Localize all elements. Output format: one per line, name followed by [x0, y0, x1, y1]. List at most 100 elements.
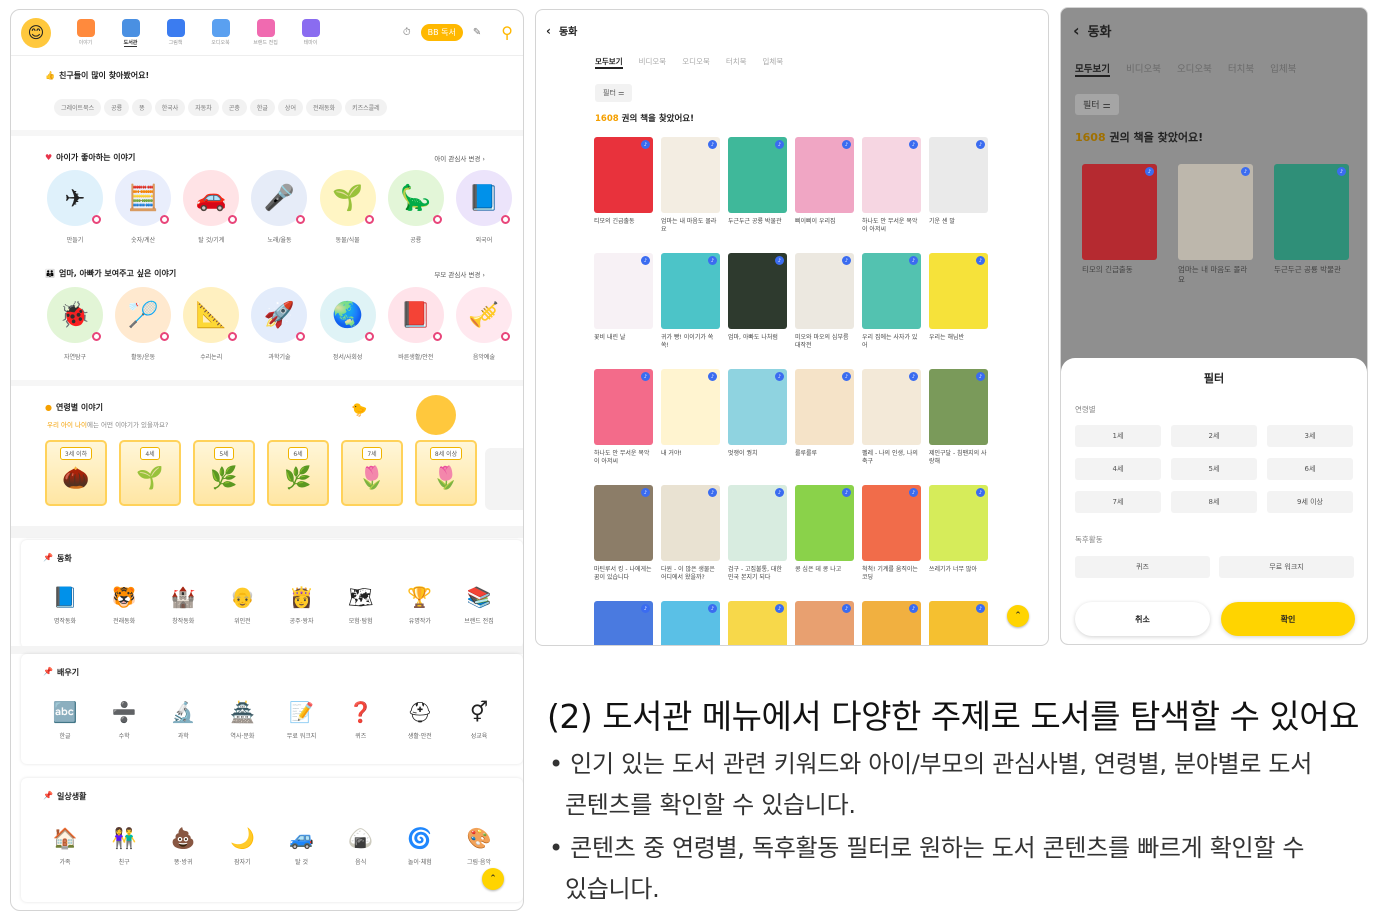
nav-tab-house[interactable]: 이야기: [63, 18, 108, 47]
category-item[interactable]: 📚 브랜드 전집: [451, 585, 507, 625]
keyword-chip[interactable]: 전래동화: [305, 99, 343, 116]
book-item[interactable]: ♪ 멋쟁이 꿩치: [728, 369, 787, 474]
filter-button[interactable]: 필터 ⚌: [1075, 94, 1119, 115]
category-item[interactable]: 👫 친구: [96, 826, 152, 866]
nav-tab-headphone[interactable]: 오디오북: [198, 18, 243, 47]
keyword-chip[interactable]: 공룡: [104, 99, 130, 116]
book-item[interactable]: ♪ 우리 집에는 사자가 있어: [862, 253, 921, 358]
book-item[interactable]: ♪ 기운 센 말: [929, 137, 988, 242]
pencil-icon[interactable]: ✎: [473, 27, 481, 38]
reading-button[interactable]: BB 독서: [420, 24, 463, 41]
nav-tab-library[interactable]: 도서관: [108, 18, 153, 47]
category-item[interactable]: 🏆 유명작가: [392, 585, 448, 625]
category-item[interactable]: 📝 무료 워크지: [274, 700, 330, 740]
tab-0[interactable]: 모두보기: [1075, 61, 1110, 77]
book-item[interactable]: ♪: [795, 601, 854, 645]
confirm-button[interactable]: 확인: [1221, 602, 1355, 636]
book-item[interactable]: ♪ 룰루룰루: [795, 369, 854, 474]
interest-item[interactable]: 📐 수리논리: [180, 287, 242, 361]
scroll-top-button[interactable]: ⌃: [482, 868, 504, 890]
category-item[interactable]: 🔬 과학: [155, 700, 211, 740]
back-arrow-icon[interactable]: ‹: [1073, 21, 1080, 40]
interest-item[interactable]: 📘 외국어: [453, 170, 515, 244]
book-item[interactable]: ♪ 꽃비 내린 날: [594, 253, 653, 358]
age-option[interactable]: 6세: [1267, 458, 1353, 480]
book-item[interactable]: ♪ 제인구달 - 침팬지의 사랑해: [929, 369, 988, 474]
cancel-button[interactable]: 취소: [1075, 602, 1210, 636]
book-item[interactable]: ♪ 삐이삐이 우리집: [795, 137, 854, 242]
book-item[interactable]: ♪ 쓰레기가 너무 많아: [929, 485, 988, 590]
age-option[interactable]: 3세: [1267, 425, 1353, 447]
age-option[interactable]: 2세: [1171, 425, 1257, 447]
category-item[interactable]: 🍙 음식: [333, 826, 389, 866]
category-item[interactable]: 🌙 잠자기: [214, 826, 270, 866]
keyword-chip[interactable]: 그레이트북스: [54, 99, 102, 116]
age-card[interactable]: 8세 이상 🌷: [415, 440, 477, 506]
interest-item[interactable]: 🚀 과학기술: [248, 287, 310, 361]
nav-tab-theme[interactable]: 테마이: [288, 18, 333, 47]
tab-3[interactable]: 터치북: [1228, 61, 1254, 77]
scroll-top-button[interactable]: ⌃: [1007, 605, 1029, 627]
book-item[interactable]: ♪ 하나도 안 무서운 목악이 아저씨: [594, 369, 653, 474]
interest-item[interactable]: ✈ 만들기: [44, 170, 106, 244]
child-interest-change-link[interactable]: 아이 관심사 변경 ›: [434, 153, 485, 163]
interest-item[interactable]: 🎤 노래/율동: [248, 170, 310, 244]
keyword-chip[interactable]: 한글: [249, 99, 275, 116]
book-item[interactable]: ♪ 두근두근 공룡 박물관: [1274, 164, 1349, 310]
age-card[interactable]: 5세 🌿: [193, 440, 255, 506]
book-item[interactable]: ♪: [862, 601, 921, 645]
tab-3[interactable]: 터치북: [726, 56, 747, 69]
age-option[interactable]: 5세: [1171, 458, 1257, 480]
book-item[interactable]: ♪ 척척! 기계를 움직이는 코딩: [862, 485, 921, 590]
book-item[interactable]: ♪ 엄마, 아빠도 나처럼: [728, 253, 787, 358]
age-card[interactable]: 6세 🌿: [267, 440, 329, 506]
age-card[interactable]: 4세 🌱: [119, 440, 181, 506]
category-item[interactable]: 🐯 전래동화: [96, 585, 152, 625]
category-item[interactable]: 🏰 창작동화: [155, 585, 211, 625]
age-option[interactable]: 8세: [1171, 491, 1257, 513]
category-item[interactable]: 🔤 한글: [37, 700, 93, 740]
interest-item[interactable]: 🌱 동물/식물: [317, 170, 379, 244]
book-item[interactable]: ♪: [594, 601, 653, 645]
book-item[interactable]: ♪: [929, 601, 988, 645]
activity-option[interactable]: 무료 워크지: [1219, 556, 1354, 578]
interest-item[interactable]: 🚗 탈 것/기계: [180, 170, 242, 244]
interest-item[interactable]: 🏸 활동/운동: [112, 287, 174, 361]
category-item[interactable]: ➗ 수학: [96, 700, 152, 740]
category-item[interactable]: ❓ 퀴즈: [333, 700, 389, 740]
book-item[interactable]: ♪ 다윈 - 이 많은 생물은 어디에서 왔을까?: [661, 485, 720, 590]
avatar[interactable]: 😊: [21, 17, 51, 48]
back-arrow-icon[interactable]: ‹: [546, 24, 551, 38]
book-item[interactable]: ♪ 귀가 빵! 이이기가 쏙쏙!: [661, 253, 720, 358]
category-item[interactable]: 👴 위인전: [214, 585, 270, 625]
category-item[interactable]: 💩 똥·방귀: [155, 826, 211, 866]
book-item[interactable]: ♪ 두근두근 공룡 박물관: [728, 137, 787, 242]
nav-tab-book-set[interactable]: 브랜드 전집: [243, 18, 288, 47]
interest-item[interactable]: 🌏 정서/사회성: [317, 287, 379, 361]
book-item[interactable]: ♪ 엄마는 내 마음도 몰라요: [661, 137, 720, 242]
parent-interest-change-link[interactable]: 부모 관심사 변경 ›: [434, 269, 485, 279]
more-age-card[interactable]: [485, 448, 523, 510]
category-item[interactable]: 🏠 가족: [37, 826, 93, 866]
book-item[interactable]: ♪ 하나도 안 무서운 목악이 아저씨: [862, 137, 921, 242]
category-item[interactable]: 🏯 역사·문화: [214, 700, 270, 740]
book-item[interactable]: ♪ 티모의 긴급출동: [1082, 164, 1157, 310]
book-item[interactable]: ♪ 마틴루서 킹 - 나에게는 꿈이 있습니다: [594, 485, 653, 590]
keyword-chip[interactable]: 곤충: [221, 99, 247, 116]
keyword-chip[interactable]: 상어: [277, 99, 303, 116]
interest-item[interactable]: 🦕 공룡: [385, 170, 447, 244]
category-item[interactable]: 📘 명작동화: [37, 585, 93, 625]
search-icon[interactable]: ⚲: [501, 23, 513, 42]
book-item[interactable]: ♪ 펠레 - 나의 인생, 나의 축구: [862, 369, 921, 474]
keyword-chip[interactable]: 자동차: [188, 99, 219, 116]
nav-tab-picturebook[interactable]: 그림책: [153, 18, 198, 47]
book-item[interactable]: ♪: [728, 601, 787, 645]
tab-4[interactable]: 입체북: [763, 56, 784, 69]
book-item[interactable]: ♪ 검구 - 고집불통, 대한민국 본지기 되다: [728, 485, 787, 590]
category-item[interactable]: 🌀 놀이·체험: [392, 826, 448, 866]
category-item[interactable]: 🎨 그림·음악: [451, 826, 507, 866]
book-item[interactable]: ♪ 미오와 마오의 심부름 대작전: [795, 253, 854, 358]
book-item[interactable]: ♪ 우리는 해님반: [929, 253, 988, 358]
clock-icon[interactable]: ⏱: [403, 27, 411, 38]
tab-2[interactable]: 오디오북: [682, 56, 710, 69]
